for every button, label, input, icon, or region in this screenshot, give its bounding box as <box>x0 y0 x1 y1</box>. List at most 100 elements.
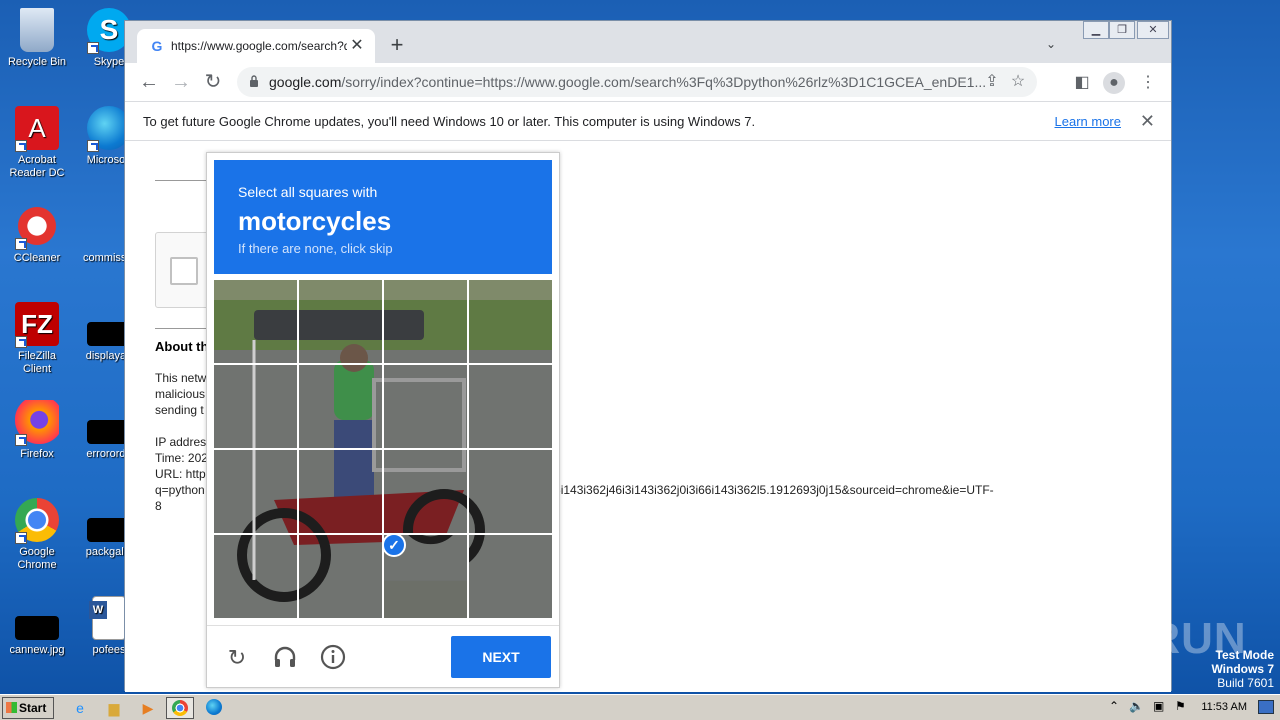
tile-image <box>384 450 467 533</box>
headphones-icon <box>274 646 296 667</box>
shortcut-arrow-icon <box>15 434 27 446</box>
ccleaner-icon <box>15 204 59 250</box>
challenge-tile[interactable] <box>469 365 552 448</box>
desktop-icon-cannew[interactable]: cannew.jpg <box>4 596 70 657</box>
tab-google-search[interactable]: G https://www.google.com/search?q= ✕ <box>137 29 375 63</box>
volume-icon[interactable]: 🔈 <box>1129 699 1144 713</box>
test-mode-notice: Test Mode Windows 7 Build 7601 <box>1211 648 1274 690</box>
about-heading: About th <box>155 339 209 354</box>
challenge-tile[interactable] <box>384 280 467 363</box>
desktop-icon-recycle-bin[interactable]: Recycle Bin <box>4 8 70 69</box>
taskbar-chrome-icon[interactable] <box>166 697 194 719</box>
taskbar-ie-icon[interactable]: e <box>66 697 94 719</box>
challenge-tile[interactable] <box>214 535 297 618</box>
challenge-tile[interactable] <box>299 535 382 618</box>
challenge-tile[interactable] <box>469 280 552 363</box>
tile-image <box>469 365 552 448</box>
tile-image <box>299 280 382 363</box>
desktop-icon-label: cannew.jpg <box>9 644 65 656</box>
tray-expand-icon[interactable]: ⌃ <box>1109 699 1119 713</box>
share-icon[interactable]: ⇪ <box>983 73 1001 91</box>
tile-image <box>214 535 297 618</box>
desktop-icon-label: Acrobat Reader DC <box>9 154 65 179</box>
new-tab-button[interactable]: + <box>385 34 409 58</box>
restore-button[interactable]: ❐ <box>1109 21 1135 39</box>
show-desktop-button[interactable] <box>1258 700 1274 714</box>
tab-close-icon[interactable]: ✕ <box>347 36 367 56</box>
recycle-bin-icon <box>20 8 54 52</box>
desktop-icon-label: Google Chrome <box>17 546 57 571</box>
recaptcha-checkbox[interactable] <box>170 257 198 285</box>
tile-image <box>384 280 467 363</box>
desktop-icon-chrome[interactable]: Google Chrome <box>4 498 70 572</box>
minimize-button[interactable]: ▁ <box>1083 21 1109 39</box>
taskbar-edge-icon[interactable] <box>200 697 228 719</box>
forward-arrow-icon[interactable]: → <box>169 70 193 94</box>
desktop-icon-ccleaner[interactable]: CCleaner <box>4 204 70 265</box>
challenge-tile[interactable] <box>384 365 467 448</box>
challenge-target: motorcycles <box>238 206 392 236</box>
taskbar-media-player-icon[interactable]: ▶ <box>134 697 162 719</box>
challenge-tile[interactable] <box>214 280 297 363</box>
challenge-tile[interactable] <box>299 365 382 448</box>
browser-toolbar: ← → ↻ google.com/sorry/index?continue=ht… <box>125 63 1171 101</box>
challenge-tile[interactable] <box>384 450 467 533</box>
reload-challenge-icon[interactable]: ↻ <box>223 644 251 672</box>
build-line: Build 7601 <box>1217 676 1274 690</box>
menu-kebab-icon[interactable]: ⋮ <box>1137 72 1159 94</box>
infobar-close-icon[interactable]: ✕ <box>1140 111 1155 132</box>
tab-search-chevron-icon[interactable]: ⌄ <box>1041 34 1061 54</box>
info-icon[interactable] <box>319 644 347 672</box>
desktop-icon-filezilla[interactable]: FZ FileZilla Client <box>4 302 70 376</box>
acrobat-icon: A <box>15 106 59 152</box>
profile-avatar-icon[interactable]: ● <box>1103 72 1125 94</box>
shortcut-arrow-icon <box>15 140 27 152</box>
back-arrow-icon[interactable]: ← <box>137 70 161 94</box>
recaptcha-challenge: Select all squares with motorcycles If t… <box>206 152 560 688</box>
challenge-tile[interactable] <box>214 450 297 533</box>
address-bar[interactable]: google.com/sorry/index?continue=https://… <box>237 67 1037 97</box>
tile-image <box>214 365 297 448</box>
image-file-icon <box>15 616 59 640</box>
url-text: google.com/sorry/index?continue=https://… <box>269 74 999 90</box>
challenge-tile[interactable] <box>469 535 552 618</box>
start-button[interactable]: Start <box>2 697 54 719</box>
chrome-icon <box>15 498 59 544</box>
challenge-tile[interactable] <box>299 450 382 533</box>
shortcut-arrow-icon <box>15 532 27 544</box>
reload-icon[interactable]: ↻ <box>201 70 225 94</box>
next-button[interactable]: NEXT <box>451 636 551 678</box>
close-window-button[interactable]: ✕ <box>1137 21 1169 39</box>
action-center-flag-icon[interactable]: ⚑ <box>1175 699 1186 713</box>
firefox-icon <box>15 400 59 446</box>
test-mode-line: Test Mode <box>1215 648 1274 662</box>
challenge-header: Select all squares with motorcycles If t… <box>214 160 552 274</box>
network-icon[interactable]: ▣ <box>1153 699 1164 713</box>
desktop-icon-label: FileZilla Client <box>18 350 56 375</box>
tile-selected-check-icon: ✓ <box>382 533 406 557</box>
system-tray: ⌃ 🔈 ▣ ⚑ 11:53 AM <box>1105 697 1280 719</box>
url-domain: google.com <box>269 74 342 90</box>
taskbar: Start e ▆ ▶ ⌃ 🔈 ▣ ⚑ 11:53 AM <box>0 694 1280 720</box>
word-doc-icon: W <box>89 596 126 640</box>
audio-challenge-headphones-icon[interactable] <box>271 644 299 672</box>
challenge-tile[interactable] <box>214 365 297 448</box>
bookmark-star-icon[interactable]: ☆ <box>1009 73 1027 91</box>
url-path: /sorry/index?continue=https://www.google… <box>341 74 987 90</box>
desktop-icon-label: Firefox <box>20 448 54 460</box>
info-circle-icon <box>320 644 346 670</box>
shortcut-arrow-icon <box>87 42 99 54</box>
challenge-tile[interactable] <box>299 280 382 363</box>
challenge-footer: ↻ NEXT <box>207 625 559 689</box>
challenge-tile[interactable] <box>469 450 552 533</box>
google-favicon-icon: G <box>151 38 163 54</box>
tile-image <box>299 365 382 448</box>
learn-more-link[interactable]: Learn more <box>1055 114 1121 129</box>
taskbar-explorer-icon[interactable]: ▆ <box>100 697 128 719</box>
tile-image <box>214 450 297 533</box>
desktop-icon-acrobat[interactable]: A Acrobat Reader DC <box>4 106 70 180</box>
side-panel-icon[interactable]: ◧ <box>1071 72 1093 94</box>
desktop-icon-firefox[interactable]: Firefox <box>4 400 70 461</box>
clock[interactable]: 11:53 AM <box>1201 701 1247 713</box>
desktop-icon-label: CCleaner <box>13 252 61 264</box>
